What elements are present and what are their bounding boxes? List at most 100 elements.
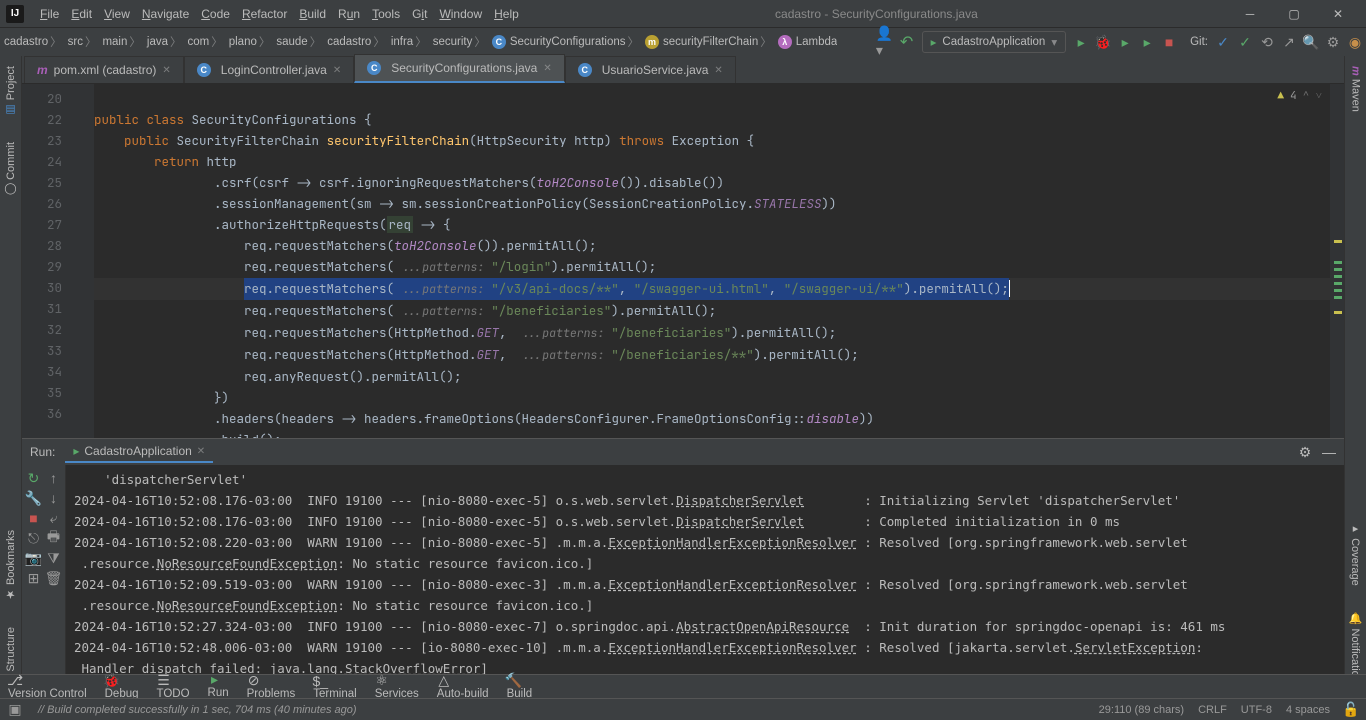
fold-column[interactable] bbox=[78, 84, 94, 438]
crumb[interactable]: cadastro〉 bbox=[327, 34, 387, 50]
menu-build[interactable]: Build bbox=[293, 5, 332, 23]
close-icon[interactable]: ✕ bbox=[714, 65, 722, 76]
filter-icon[interactable]: ⧩ bbox=[47, 551, 61, 565]
wrap-icon[interactable]: ⤶ bbox=[47, 511, 61, 525]
crumb[interactable]: com〉 bbox=[188, 34, 225, 50]
cursor-position[interactable]: 29:110 (89 chars) bbox=[1099, 704, 1184, 716]
tool-maven[interactable]: m Maven bbox=[1348, 60, 1364, 118]
gear-icon[interactable]: ⚙ bbox=[1298, 445, 1312, 459]
console-output[interactable]: 'dispatcherServlet' 2024-04-16T10:52:08.… bbox=[66, 465, 1344, 694]
close-icon[interactable]: ✕ bbox=[543, 63, 551, 74]
crumb[interactable]: security〉 bbox=[433, 34, 488, 50]
user-icon[interactable]: 👤▾ bbox=[878, 35, 892, 49]
menu-edit[interactable]: Edit bbox=[65, 5, 98, 23]
git-update-icon[interactable]: ✓ bbox=[1216, 35, 1230, 49]
search-icon[interactable]: 🔍 bbox=[1304, 35, 1318, 49]
navbar: cadastro〉 src〉 main〉 java〉 com〉 plano〉 s… bbox=[0, 28, 1366, 56]
menu-window[interactable]: Window bbox=[433, 5, 488, 23]
crumb-lambda[interactable]: λLambda bbox=[778, 35, 838, 49]
close-button[interactable]: ✕ bbox=[1316, 0, 1360, 28]
menu-tools[interactable]: Tools bbox=[366, 5, 406, 23]
stop-icon[interactable]: ■ bbox=[27, 511, 41, 525]
tool-build[interactable]: 🔨Build bbox=[507, 674, 533, 700]
window-title: cadastro - SecurityConfigurations.java bbox=[525, 7, 1228, 21]
exit-icon[interactable]: ⎋ bbox=[27, 531, 41, 545]
close-icon[interactable]: ✕ bbox=[197, 446, 205, 457]
wrench-icon[interactable]: 🔧 bbox=[27, 491, 41, 505]
indent[interactable]: 4 spaces bbox=[1286, 704, 1330, 716]
tool-services[interactable]: ⚛Services bbox=[375, 674, 419, 700]
tool-terminal[interactable]: $_Terminal bbox=[313, 674, 356, 700]
breadcrumb[interactable]: cadastro〉 src〉 main〉 java〉 com〉 plano〉 s… bbox=[4, 34, 837, 50]
menu-view[interactable]: View bbox=[98, 5, 136, 23]
menu-file[interactable]: File bbox=[34, 5, 65, 23]
menu-run[interactable]: Run bbox=[332, 5, 366, 23]
encoding[interactable]: UTF-8 bbox=[1241, 704, 1272, 716]
git-commit-icon[interactable]: ✓ bbox=[1238, 35, 1252, 49]
tab-login[interactable]: CLoginController.java✕ bbox=[184, 56, 354, 83]
editor[interactable]: 20 22 23 24 25 26 27 28 29 30 31 32 33 3… bbox=[22, 84, 1344, 438]
hide-icon[interactable]: — bbox=[1322, 445, 1336, 459]
crumb-class[interactable]: CSecurityConfigurations〉 bbox=[492, 34, 641, 50]
camera-icon[interactable]: 📷 bbox=[27, 551, 41, 565]
coverage-button[interactable]: ▸ bbox=[1118, 35, 1132, 49]
menu-refactor[interactable]: Refactor bbox=[236, 5, 293, 23]
menu-navigate[interactable]: Navigate bbox=[136, 5, 195, 23]
debug-button[interactable]: 🐞 bbox=[1096, 35, 1110, 49]
tool-debug[interactable]: 🐞Debug bbox=[105, 674, 139, 700]
error-stripe[interactable] bbox=[1330, 84, 1344, 438]
tool-vcs[interactable]: ⎇Version Control bbox=[8, 674, 87, 700]
app-icon: IJ bbox=[6, 5, 24, 23]
expand-icon[interactable]: ⊞ bbox=[27, 571, 41, 585]
toolwindows-icon[interactable]: ▣ bbox=[8, 703, 22, 717]
ide-update-icon[interactable]: ◉ bbox=[1348, 35, 1362, 49]
run-button[interactable]: ▸ bbox=[1074, 35, 1088, 49]
settings-icon[interactable]: ⚙ bbox=[1326, 35, 1340, 49]
git-history-icon[interactable]: ⟲ bbox=[1260, 35, 1274, 49]
inspection-widget[interactable]: ▲4 ^ ˅ bbox=[1277, 86, 1322, 107]
crumb-method[interactable]: msecurityFilterChain〉 bbox=[645, 34, 774, 50]
tab-usuario[interactable]: CUsuarioService.java✕ bbox=[565, 56, 736, 83]
status-bar: ▣ // Build completed successfully in 1 s… bbox=[0, 698, 1366, 720]
crumb[interactable]: java〉 bbox=[147, 34, 184, 50]
crumb[interactable]: infra〉 bbox=[391, 34, 429, 50]
menu-code[interactable]: Code bbox=[195, 5, 236, 23]
tool-todo[interactable]: ☰TODO bbox=[157, 674, 190, 700]
minimize-button[interactable]: ─ bbox=[1228, 0, 1272, 28]
run-header: Run: ▸CadastroApplication✕ ⚙ — bbox=[22, 439, 1344, 465]
run-tab[interactable]: ▸CadastroApplication✕ bbox=[65, 441, 213, 463]
print-icon[interactable]: 🖶 bbox=[47, 531, 61, 545]
code-area[interactable]: ▲4 ^ ˅public class SecurityConfiguration… bbox=[94, 84, 1330, 438]
tool-coverage[interactable]: ▸ Coverage bbox=[1347, 516, 1364, 592]
crumb[interactable]: src〉 bbox=[68, 34, 99, 50]
tool-bookmarks[interactable]: ★ Bookmarks bbox=[2, 524, 19, 607]
tool-project[interactable]: ▤ Project bbox=[2, 60, 19, 122]
tab-security[interactable]: CSecurityConfigurations.java✕ bbox=[354, 54, 564, 83]
stop-button[interactable]: ■ bbox=[1162, 35, 1176, 49]
crumb[interactable]: cadastro〉 bbox=[4, 34, 64, 50]
line-separator[interactable]: CRLF bbox=[1198, 704, 1227, 716]
menu-help[interactable]: Help bbox=[488, 5, 525, 23]
readonly-icon[interactable]: 🔓 bbox=[1344, 703, 1358, 717]
crumb[interactable]: plano〉 bbox=[229, 34, 273, 50]
back-icon[interactable]: ↶ bbox=[900, 35, 914, 49]
profile-button[interactable]: ▸ bbox=[1140, 35, 1154, 49]
tool-autobuild[interactable]: △Auto-build bbox=[437, 674, 489, 700]
git-revert-icon[interactable]: ↗ bbox=[1282, 35, 1296, 49]
close-icon[interactable]: ✕ bbox=[333, 65, 341, 76]
up-icon[interactable]: ↑ bbox=[47, 471, 61, 485]
crumb[interactable]: saude〉 bbox=[276, 34, 323, 50]
rerun-icon[interactable]: ↻ bbox=[27, 471, 41, 485]
crumb[interactable]: main〉 bbox=[102, 34, 142, 50]
tab-pom[interactable]: mpom.xml (cadastro)✕ bbox=[24, 56, 184, 83]
run-config-selector[interactable]: ▸CadastroApplication▾ bbox=[922, 31, 1066, 53]
trash-icon[interactable]: 🗑 bbox=[47, 571, 61, 585]
down-icon[interactable]: ↓ bbox=[47, 491, 61, 505]
tool-run[interactable]: ▸Run bbox=[208, 673, 229, 701]
maximize-button[interactable]: ▢ bbox=[1272, 0, 1316, 28]
tool-problems[interactable]: ⊘Problems bbox=[247, 674, 296, 700]
close-icon[interactable]: ✕ bbox=[162, 65, 170, 76]
line-numbers: 20 22 23 24 25 26 27 28 29 30 31 32 33 3… bbox=[22, 84, 78, 438]
menu-git[interactable]: Git bbox=[406, 5, 433, 23]
tool-commit[interactable]: ◯ Commit bbox=[2, 136, 19, 202]
